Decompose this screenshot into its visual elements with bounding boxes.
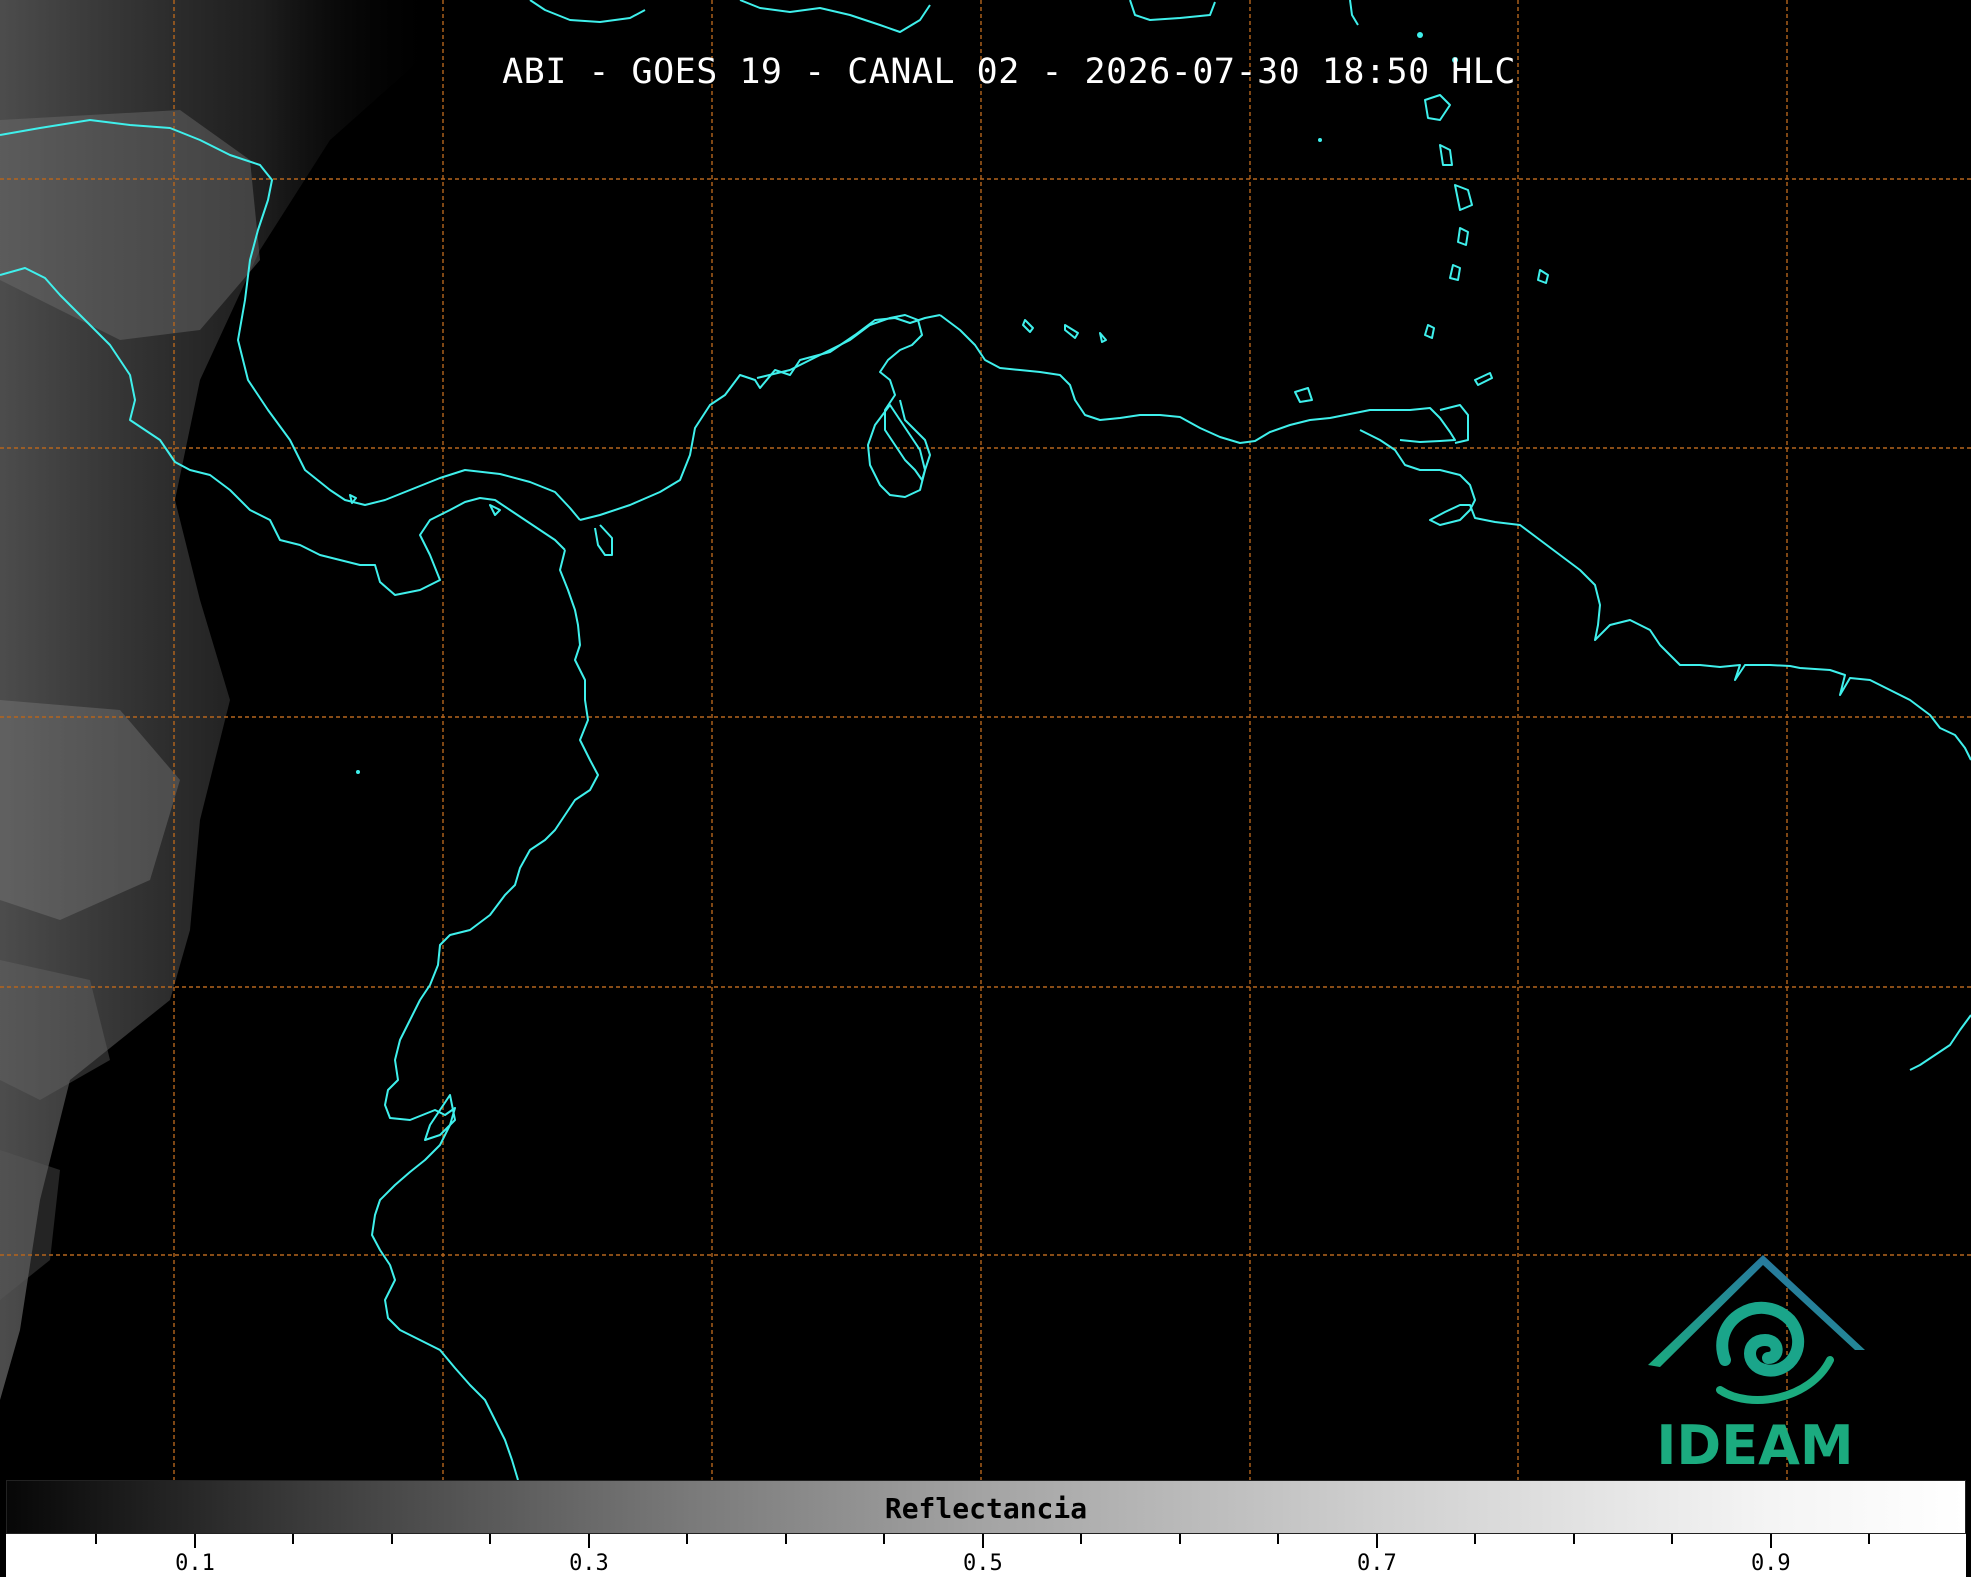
colorbar-minor-tick [1080, 1534, 1083, 1544]
colorbar-major-tick [1769, 1534, 1772, 1548]
colorbar-tick-label: 0.1 [175, 1551, 215, 1576]
colorbar-minor-tick [1277, 1534, 1280, 1544]
colorbar-minor-tick [1474, 1534, 1477, 1544]
ideam-logo-mark [1648, 1255, 1865, 1404]
colorbar-minor-tick [686, 1534, 689, 1544]
colorbar-axis: 0.1 0.3 0.5 0.7 0.9 [6, 1534, 1966, 1577]
colorbar-minor-tick [883, 1534, 886, 1544]
colorbar-minor-tick [390, 1534, 393, 1544]
colorbar-tick-label: 0.9 [1750, 1551, 1791, 1576]
colorbar-minor-tick [1671, 1534, 1674, 1544]
reflectance-colorbar: Reflectancia [6, 1480, 1966, 1534]
colorbar-minor-tick [95, 1534, 98, 1544]
colorbar-tick-label: 0.3 [569, 1551, 609, 1576]
colorbar-minor-tick [1178, 1534, 1181, 1544]
colorbar-major-tick [1375, 1534, 1378, 1548]
colorbar-minor-tick [292, 1534, 295, 1544]
map-title: ABI - GOES 19 - CANAL 02 - 2026-07-30 18… [502, 52, 1516, 92]
colorbar-label: Reflectancia [884, 1492, 1088, 1525]
colorbar-major-tick [981, 1534, 984, 1548]
colorbar-minor-tick [784, 1534, 787, 1544]
colorbar-tick-label: 0.7 [1356, 1551, 1397, 1576]
ideam-logo-text: IDEAM [1656, 1414, 1854, 1477]
colorbar-major-tick [193, 1534, 196, 1548]
colorbar-minor-tick [489, 1534, 492, 1544]
ideam-logo: IDEAM [1640, 1250, 1870, 1477]
colorbar-major-tick [587, 1534, 590, 1548]
colorbar-minor-tick [1868, 1534, 1871, 1544]
colorbar-tick-label: 0.5 [963, 1551, 1003, 1576]
colorbar-minor-tick [1572, 1534, 1575, 1544]
